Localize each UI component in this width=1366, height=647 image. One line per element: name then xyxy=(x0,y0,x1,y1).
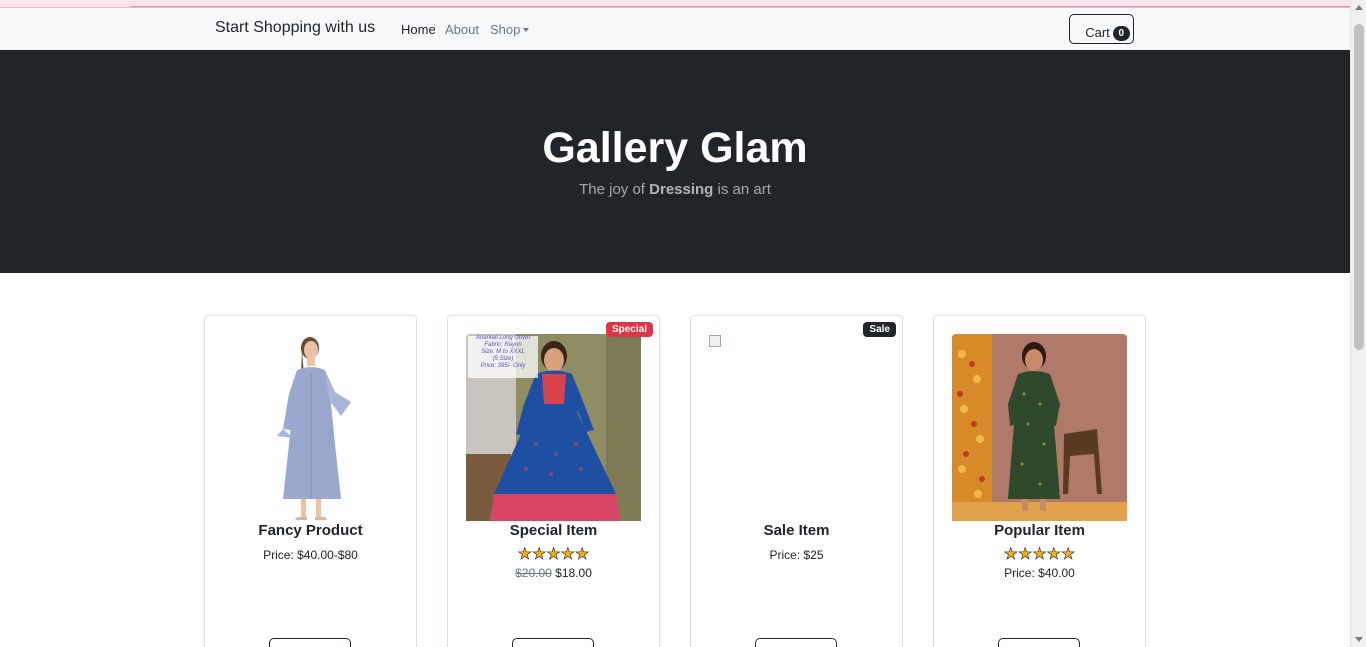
hero-title: Gallery Glam xyxy=(542,124,808,172)
hero-subtitle-emphasis: Dressing xyxy=(649,181,714,198)
product-name: Special Item xyxy=(509,522,598,539)
product-price: Price: $40.00 xyxy=(1004,566,1075,580)
scroll-up-arrow-icon[interactable] xyxy=(1355,5,1363,10)
cart-button[interactable]: Cart 0 xyxy=(1069,14,1134,44)
star-icon: ★ xyxy=(517,546,532,564)
product-action-button[interactable] xyxy=(269,638,351,647)
product-card-special: Anarkali Long Gown Fabric: Rayon Size: M… xyxy=(447,315,660,647)
broken-image-icon xyxy=(709,335,721,347)
nav-home[interactable]: Home xyxy=(401,22,436,37)
star-icon: ★ xyxy=(1061,546,1076,564)
brand-link[interactable]: Start Shopping with us xyxy=(215,19,375,37)
star-rating: ★★★★★ xyxy=(448,546,659,564)
scroll-down-arrow-icon[interactable] xyxy=(1355,637,1363,642)
hero-banner: Gallery Glam The joy of Dressing is an a… xyxy=(0,50,1350,273)
product-card-popular: Popular Item ★★★★★ Price: $40.00 xyxy=(933,315,1146,647)
caret-down-icon xyxy=(523,27,530,32)
nav-shop-dropdown[interactable]: Shop xyxy=(490,22,530,37)
green-kurta-image[interactable] xyxy=(952,334,1127,521)
blue-anarkali-gown-image[interactable]: Anarkali Long Gown Fabric: Rayon Size: M… xyxy=(466,334,641,521)
product-price: Price: $40.00-$80 xyxy=(263,548,358,562)
nav-about[interactable]: About xyxy=(445,22,479,37)
star-icon: ★ xyxy=(546,546,561,564)
star-icon: ★ xyxy=(1017,546,1033,564)
star-rating: ★★★★★ xyxy=(934,546,1145,564)
star-icon: ★ xyxy=(1046,546,1062,564)
product-action-button[interactable] xyxy=(755,638,837,647)
star-icon: ★ xyxy=(1003,546,1018,564)
old-price: $20.00 xyxy=(515,566,552,580)
sale-badge: Sale xyxy=(863,322,896,337)
gown-caption-overlay: Anarkali Long Gown Fabric: Rayon Size: M… xyxy=(475,335,531,369)
top-strip xyxy=(0,0,1350,8)
star-icon: ★ xyxy=(560,546,576,564)
cart-label: Cart xyxy=(1085,24,1110,40)
product-action-button[interactable] xyxy=(512,638,594,647)
hero-subtitle: The joy of Dressing is an art xyxy=(579,181,771,198)
special-badge: Special xyxy=(605,322,653,337)
page-scrollbar[interactable] xyxy=(1350,0,1366,647)
scroll-thumb[interactable] xyxy=(1354,24,1364,350)
product-card-fancy: Fancy Product Price: $40.00-$80 xyxy=(204,315,417,647)
product-price: $20.00 $18.00 xyxy=(448,566,659,580)
product-name: Fancy Product xyxy=(258,522,363,539)
product-card-sale: Sale Sale Item Price: $25 xyxy=(690,315,903,647)
star-icon: ★ xyxy=(531,546,547,564)
product-name: Sale Item xyxy=(763,522,830,539)
light-blue-dress-image[interactable] xyxy=(223,334,398,521)
navbar: Start Shopping with us Home About Shop C… xyxy=(0,8,1350,50)
star-icon: ★ xyxy=(575,546,590,564)
product-price: Price: $25 xyxy=(769,548,824,562)
new-price: $18.00 xyxy=(555,566,592,580)
product-name: Popular Item xyxy=(994,522,1085,539)
product-action-button[interactable] xyxy=(998,638,1080,647)
cart-count-badge: 0 xyxy=(1112,25,1130,41)
nav-shop-label: Shop xyxy=(490,22,521,37)
star-icon: ★ xyxy=(1032,546,1047,564)
